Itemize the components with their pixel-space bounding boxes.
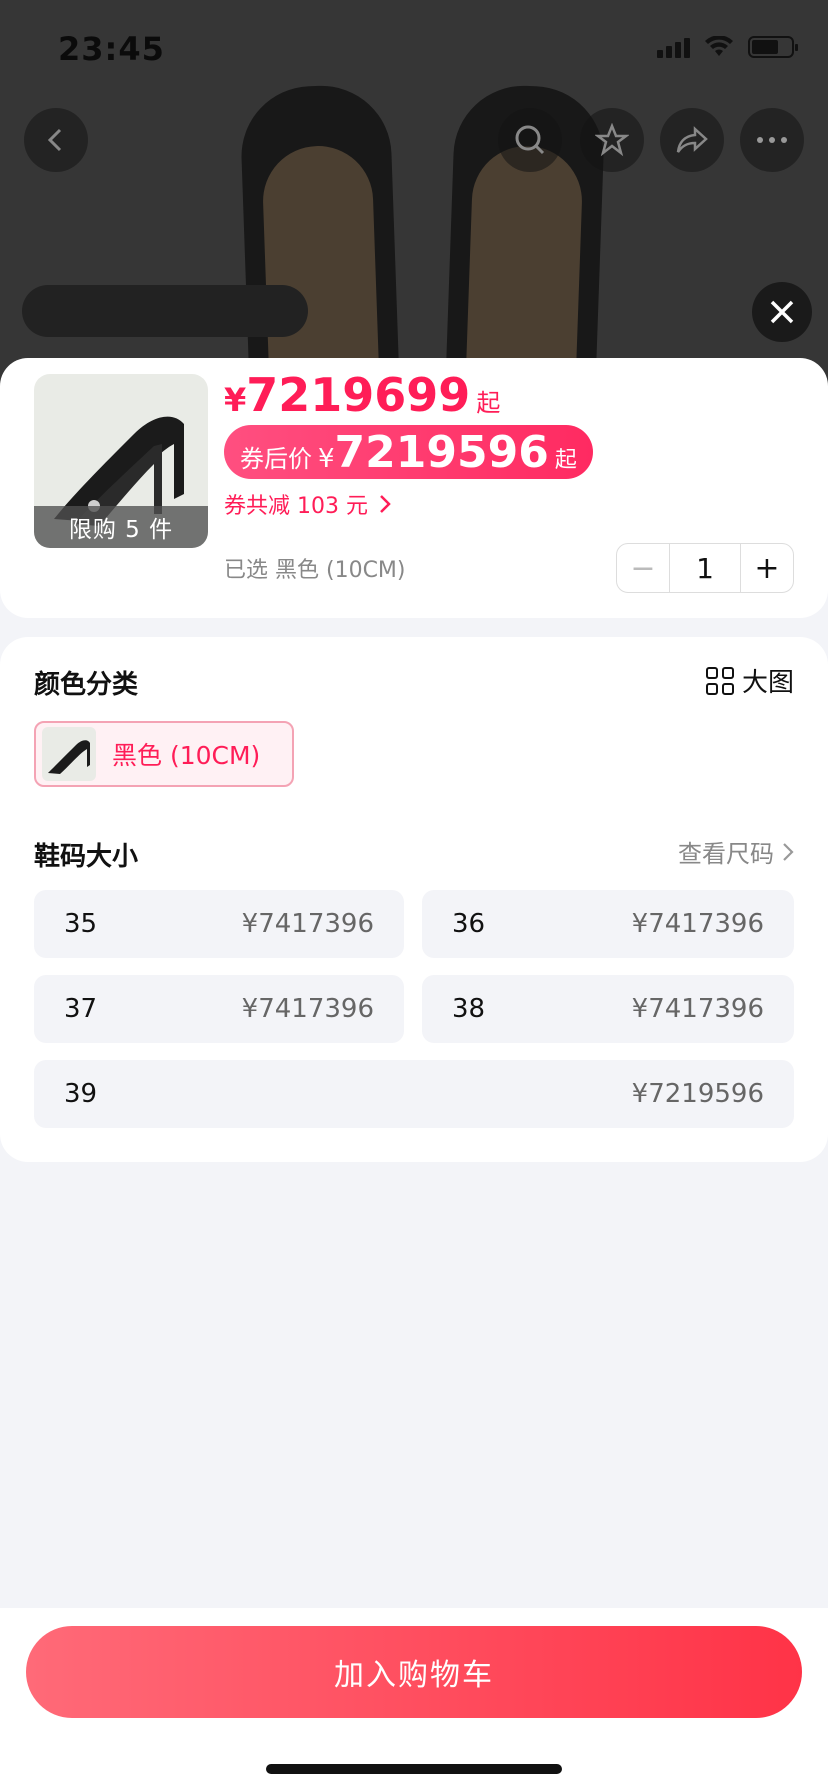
grid-icon [705,666,734,695]
size-section-title: 鞋码大小 [34,842,139,872]
coupon-price-currency: ¥ [318,444,335,474]
coupon-price-suffix: 起 [554,448,577,473]
size-price: ¥7417396 [631,994,764,1024]
product-thumbnail[interactable]: 限购 5 件 [34,374,208,548]
more-button[interactable] [740,108,804,172]
wifi-icon [705,36,733,56]
quantity-stepper: − 1 + [616,543,794,593]
color-option-black[interactable]: 黑色 (10CM) [34,721,294,787]
status-time: 23:45 [58,30,165,68]
size-option-39[interactable]: 39 ¥7219596 [34,1060,794,1128]
status-bar: 23:45 [0,28,828,72]
quantity-increase-button[interactable]: + [741,544,793,592]
home-indicator [266,1764,562,1774]
chevron-right-icon [783,842,794,861]
coupon-discount-link[interactable]: 券共减 103 元 [224,488,392,520]
back-button[interactable] [24,108,88,172]
more-icon [757,137,787,143]
back-icon [47,128,62,152]
size-option-37[interactable]: 37 ¥7417396 [34,975,404,1043]
search-icon [515,125,545,155]
selected-variant-text: 已选 黑色 (10CM) [224,558,406,583]
favorite-button[interactable] [580,108,644,172]
size-label: 35 [64,909,98,939]
coupon-price-value: 7219596 [334,427,549,478]
color-option-thumbnail [42,727,96,781]
size-label: 38 [452,994,486,1024]
star-icon [595,123,629,157]
close-button[interactable] [752,282,812,342]
size-option-36[interactable]: 36 ¥7417396 [422,890,794,958]
color-section-title: 颜色分类 [34,670,139,700]
big-image-label: 大图 [741,668,794,698]
share-button[interactable] [660,108,724,172]
color-option-label: 黑色 (10CM) [112,741,261,770]
size-label: 36 [452,909,486,939]
quantity-decrease-button[interactable]: − [617,544,669,592]
price-suffix: 起 [476,389,501,417]
search-button[interactable] [498,108,562,172]
coupon-price-badge: 券后价 ¥ 7219596 起 [224,425,593,479]
share-icon [676,126,708,153]
price-currency: ¥ [224,381,247,419]
purchase-limit-label: 限购 5 件 [34,506,208,548]
size-price: ¥7417396 [241,909,374,939]
size-option-35[interactable]: 35 ¥7417396 [34,890,404,958]
size-chart-label: 查看尺码 [678,840,774,868]
big-image-toggle[interactable]: 大图 [705,662,794,699]
add-to-cart-button[interactable]: 加入购物车 [26,1626,802,1718]
blurred-promo-pill [22,285,308,337]
discount-text: 券共减 103 元 [224,494,368,519]
size-option-38[interactable]: 38 ¥7417396 [422,975,794,1043]
size-price: ¥7417396 [241,994,374,1024]
battery-icon [748,36,798,58]
size-label: 39 [64,1079,98,1109]
coupon-price-label: 券后价 [240,445,312,473]
size-label: 37 [64,994,98,1024]
price-value: 7219699 [246,368,471,422]
size-price: ¥7417396 [631,909,764,939]
chevron-right-icon [380,495,391,513]
product-price: ¥ 7219699 起 [224,368,500,422]
signal-icon [657,36,690,58]
close-icon [770,300,794,324]
quantity-value[interactable]: 1 [669,544,741,592]
size-price: ¥7219596 [631,1079,764,1109]
size-chart-link[interactable]: 查看尺码 [678,834,794,869]
